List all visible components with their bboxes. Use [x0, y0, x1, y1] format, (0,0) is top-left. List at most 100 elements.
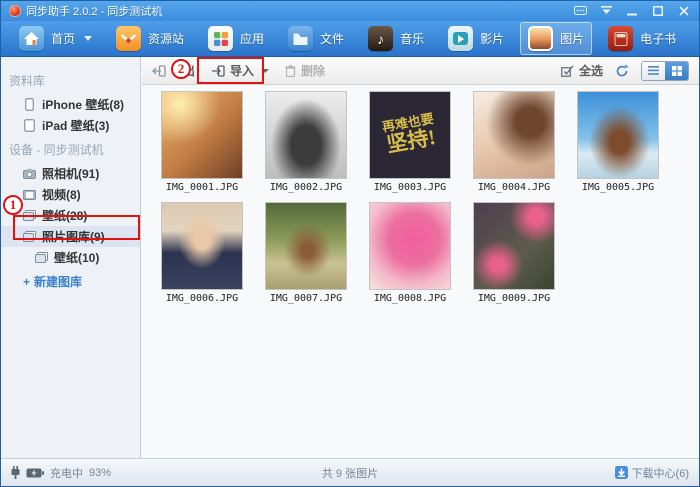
app-logo-icon: [9, 5, 21, 17]
photo-overlay-text: 再难也要 坚持!: [381, 112, 439, 158]
sidebar-item-photo-library[interactable]: 照片图库(9): [1, 226, 140, 247]
photo-filename: IMG_0008.JPG: [374, 293, 446, 304]
chevron-down-icon: [261, 69, 269, 73]
nav-item-store[interactable]: 资源站: [108, 22, 192, 55]
nav-item-label: 电子书: [640, 30, 676, 47]
photo-item[interactable]: IMG_0004.JPG: [462, 91, 566, 193]
sidebar-item-label: iPhone 壁纸(8): [42, 96, 124, 113]
minimize-icon[interactable]: [625, 5, 639, 17]
select-all-button[interactable]: 全选: [561, 62, 603, 79]
nav-item-label: 影片: [480, 30, 504, 47]
select-all-icon: [561, 65, 574, 77]
nav-item-apps[interactable]: 应用: [200, 22, 272, 55]
nav-item-ebook[interactable]: 电子书: [600, 22, 684, 55]
download-center-label: 下载中心(6): [632, 465, 689, 481]
apps-icon: [208, 26, 233, 51]
sidebar-item-iphone-wallpaper[interactable]: iPhone 壁纸(8): [1, 94, 140, 115]
app-window: 同步助手 2.0.2 - 同步测试机 首页: [0, 0, 700, 487]
sidebar-item-label: 新建图库: [34, 273, 82, 290]
grid-view-button[interactable]: [665, 62, 688, 80]
content-toolbar-right: 全选: [561, 61, 689, 81]
nav-item-files[interactable]: 文件: [280, 22, 352, 55]
photo-item[interactable]: IMG_0008.JPG: [358, 202, 462, 304]
chevron-down-icon: [84, 36, 92, 41]
photo-thumbnail[interactable]: 再难也要 坚持!: [369, 91, 451, 179]
photo-thumbnail[interactable]: [473, 202, 555, 290]
photo-filename: IMG_0001.JPG: [166, 182, 238, 193]
nav-item-label: 资源站: [148, 30, 184, 47]
collapse-icon[interactable]: [599, 5, 613, 17]
files-icon: [288, 26, 313, 51]
nav-item-more[interactable]: 更多功能: [692, 22, 700, 55]
album-icon: [35, 251, 48, 264]
sidebar-item-label: 视频(8): [42, 186, 81, 203]
view-toggle: [641, 61, 689, 81]
iphone-icon: [23, 98, 36, 111]
window-controls: [573, 5, 691, 17]
nav-item-home[interactable]: 首页: [11, 22, 100, 55]
grid-view-icon: [672, 66, 682, 76]
photo-row: IMG_0006.JPG IMG_0007.JPG IMG_0008.JPG I…: [150, 202, 699, 304]
photo-filename: IMG_0006.JPG: [166, 293, 238, 304]
photo-item[interactable]: IMG_0007.JPG: [254, 202, 358, 304]
close-icon[interactable]: [677, 5, 691, 17]
album-icon: [23, 230, 36, 243]
maximize-icon[interactable]: [651, 5, 665, 17]
photo-item[interactable]: IMG_0005.JPG: [566, 91, 670, 193]
photo-filename: IMG_0003.JPG: [374, 182, 446, 193]
photo-item[interactable]: IMG_0009.JPG: [462, 202, 566, 304]
photo-item[interactable]: IMG_0006.JPG: [150, 202, 254, 304]
sidebar-item-ipad-wallpaper[interactable]: iPad 壁纸(3): [1, 115, 140, 136]
statusbar: 充电中 93% 共 9 张图片 下载中心(6): [1, 458, 699, 486]
window-title: 同步助手 2.0.2 - 同步测试机: [26, 3, 162, 19]
sidebar-item-camera[interactable]: 照相机(91): [1, 163, 140, 184]
nav-item-label: 应用: [240, 30, 264, 47]
nav-item-photos[interactable]: 图片: [520, 22, 592, 55]
annotation-step-2: 2: [171, 59, 191, 79]
device-status: 充电中 93%: [11, 465, 111, 481]
ebook-icon: [608, 26, 633, 51]
delete-label: 删除: [301, 62, 325, 79]
plus-icon: +: [23, 275, 30, 289]
photo-item[interactable]: IMG_0001.JPG: [150, 91, 254, 193]
photo-row: IMG_0001.JPG IMG_0002.JPG 再难也要 坚持! IMG_0…: [150, 91, 699, 193]
photo-grid: IMG_0001.JPG IMG_0002.JPG 再难也要 坚持! IMG_0…: [142, 86, 699, 458]
sidebar-item-wallpaper-10[interactable]: 壁纸(10): [1, 247, 140, 268]
nav-item-movies[interactable]: 影片: [440, 22, 512, 55]
battery-percent: 93%: [89, 467, 111, 479]
list-view-button[interactable]: [642, 62, 665, 80]
photo-thumbnail[interactable]: [473, 91, 555, 179]
sidebar-item-new-album[interactable]: + 新建图库: [1, 268, 140, 290]
sidebar-section-library: 资料库: [1, 67, 140, 94]
sidebar-section-device: 设备 - 同步测试机: [1, 136, 140, 163]
photos-icon: [528, 26, 553, 51]
movies-icon: [448, 26, 473, 51]
nav-item-label: 首页: [51, 30, 75, 47]
photo-filename: IMG_0009.JPG: [478, 293, 550, 304]
import-button[interactable]: 导入: [211, 62, 269, 79]
camera-icon: [23, 167, 36, 180]
refresh-button[interactable]: [615, 64, 629, 78]
photo-filename: IMG_0007.JPG: [270, 293, 342, 304]
photo-thumbnail[interactable]: [161, 202, 243, 290]
nav-item-music[interactable]: ♪ 音乐: [360, 22, 432, 55]
feedback-icon[interactable]: [573, 5, 587, 17]
photo-item[interactable]: IMG_0002.JPG: [254, 91, 358, 193]
photo-thumbnail[interactable]: [577, 91, 659, 179]
store-icon: [116, 26, 141, 51]
photo-thumbnail[interactable]: [161, 91, 243, 179]
download-center-button[interactable]: 下载中心(6): [615, 465, 689, 481]
photo-thumbnail[interactable]: [369, 202, 451, 290]
home-icon: [19, 26, 44, 51]
photo-thumbnail[interactable]: [265, 91, 347, 179]
nav-item-label: 音乐: [400, 30, 424, 47]
download-icon: [615, 466, 628, 479]
film-icon: [23, 188, 36, 201]
music-icon: ♪: [368, 26, 393, 51]
delete-button[interactable]: 删除: [285, 62, 325, 79]
sidebar-item-label: 壁纸(10): [54, 249, 99, 266]
photo-item[interactable]: 再难也要 坚持! IMG_0003.JPG: [358, 91, 462, 193]
export-icon: [152, 65, 166, 77]
photo-thumbnail[interactable]: [265, 202, 347, 290]
photo-filename: IMG_0004.JPG: [478, 182, 550, 193]
